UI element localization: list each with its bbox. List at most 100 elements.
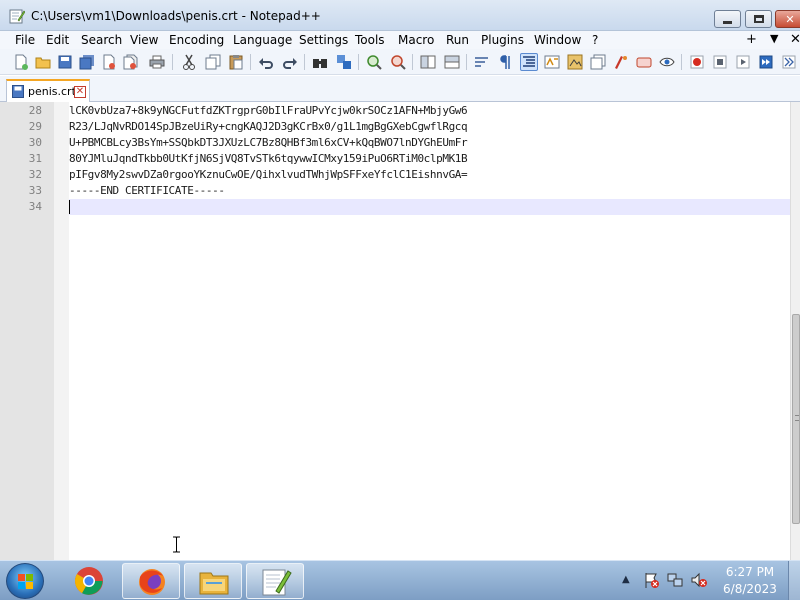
sync-horizontal-icon[interactable] (443, 53, 461, 71)
run-macro-multiple-icon[interactable] (757, 53, 775, 71)
zoom-in-icon[interactable] (365, 53, 383, 71)
close-document-button[interactable]: ✕ (790, 32, 800, 47)
line-number: 33 (28, 184, 42, 197)
copy-icon[interactable] (204, 53, 222, 71)
toolbar-separator (412, 54, 413, 70)
folder-as-workspace-icon[interactable] (612, 53, 630, 71)
menu-tools[interactable]: Tools (355, 33, 385, 47)
monitoring-icon[interactable] (635, 53, 653, 71)
show-all-characters-icon[interactable] (497, 53, 515, 71)
menu-search[interactable]: Search (81, 33, 122, 47)
code-line[interactable]: -----END CERTIFICATE----- (69, 184, 225, 197)
clock-time[interactable]: 6:27 PM (719, 565, 781, 579)
toolbar-separator (304, 54, 305, 70)
print-icon[interactable] (148, 53, 166, 71)
menu-encoding[interactable]: Encoding (169, 33, 224, 47)
toolbar-separator (250, 54, 251, 70)
menu-window[interactable]: Window (534, 33, 581, 47)
menu-file[interactable]: File (15, 33, 35, 47)
minimize-button[interactable] (714, 10, 741, 28)
menu-view[interactable]: View (130, 33, 158, 47)
cut-icon[interactable] (180, 53, 198, 71)
new-tab-menu-button[interactable]: + (746, 32, 757, 47)
menu-run[interactable]: Run (446, 33, 469, 47)
line-number: 31 (28, 152, 42, 165)
code-line[interactable]: lCK0vbUza7+8k9yNGCFutfdZKTrgprG0bIlFraUP… (69, 104, 468, 117)
tab-list-dropdown[interactable]: ▼ (770, 32, 778, 45)
scrollbar-grip (795, 415, 799, 421)
windows-logo-icon (18, 574, 33, 589)
menu-language[interactable]: Language (233, 33, 292, 47)
save-all-icon[interactable] (78, 53, 96, 71)
indent-guide-icon[interactable] (520, 53, 538, 71)
action-center-flag-icon[interactable] (642, 571, 660, 589)
close-button[interactable]: ✕ (775, 10, 800, 28)
fold-margin (54, 102, 69, 560)
taskbar-chrome-button[interactable] (60, 563, 118, 599)
code-line[interactable]: U+PBMCBLcy3BsYm+SSQbkDT3JXUzLC7Bz8QHBf3m… (69, 136, 468, 149)
start-button[interactable] (6, 563, 44, 599)
toolbar-separator (172, 54, 173, 70)
code-line[interactable]: 80YJMluJqndTkbb0UtKfjN6SjVQ8TvSTk6tqywwI… (69, 152, 468, 165)
stop-macro-icon[interactable] (711, 53, 729, 71)
save-macro-icon[interactable] (780, 53, 798, 71)
clock-date[interactable]: 6/8/2023 (719, 582, 781, 596)
minimize-icon (723, 20, 732, 24)
vertical-scrollbar[interactable] (790, 102, 800, 560)
close-all-icon[interactable] (122, 53, 140, 71)
close-icon: ✕ (785, 12, 795, 26)
line-number: 29 (28, 120, 42, 133)
tab-close-icon[interactable]: ✕ (74, 86, 86, 98)
replace-icon[interactable] (335, 53, 353, 71)
word-wrap-icon[interactable] (473, 53, 491, 71)
code-line[interactable]: R23/LJqNvRDO14SpJBzeUiRy+cngKAQJ2D3gKCrB… (69, 120, 468, 133)
line-number: 28 (28, 104, 42, 117)
taskbar-firefox-button[interactable] (122, 563, 180, 599)
redo-icon[interactable] (281, 53, 299, 71)
window-title: C:\Users\vm1\Downloads\penis.crt - Notep… (31, 9, 321, 23)
show-desktop-button[interactable] (788, 561, 800, 600)
maximize-icon (753, 15, 764, 23)
zoom-out-icon[interactable] (389, 53, 407, 71)
maximize-button[interactable] (745, 10, 772, 28)
document-map-icon[interactable] (566, 53, 584, 71)
sync-vertical-icon[interactable] (419, 53, 437, 71)
record-macro-icon[interactable] (688, 53, 706, 71)
menu-help[interactable]: ? (592, 33, 598, 47)
toolbar-separator (358, 54, 359, 70)
line-number: 30 (28, 136, 42, 149)
menu-plugins[interactable]: Plugins (481, 33, 524, 47)
play-macro-icon[interactable] (734, 53, 752, 71)
menu-settings[interactable]: Settings (299, 33, 348, 47)
line-number: 34 (28, 200, 42, 213)
taskbar-explorer-button[interactable] (184, 563, 242, 599)
find-icon[interactable] (311, 53, 329, 71)
show-hidden-icons-button[interactable]: ▲ (622, 574, 630, 585)
user-defined-language-icon[interactable] (543, 53, 561, 71)
view-eye-icon[interactable] (658, 53, 676, 71)
menu-bar: File Edit Search View Encoding Language … (0, 31, 800, 49)
volume-muted-icon[interactable] (690, 571, 708, 589)
save-icon[interactable] (56, 53, 74, 71)
line-number: 32 (28, 168, 42, 181)
open-file-icon[interactable] (34, 53, 52, 71)
close-file-icon[interactable] (100, 53, 118, 71)
menu-macro[interactable]: Macro (398, 33, 434, 47)
notepadpp-icon (262, 569, 292, 596)
file-explorer-icon (199, 572, 229, 595)
text-caret (69, 200, 70, 214)
scrollbar-thumb[interactable] (792, 314, 800, 524)
tab-penis-crt[interactable]: penis.crt ✕ (6, 79, 90, 102)
tab-label: penis.crt (28, 85, 76, 98)
function-list-icon[interactable] (589, 53, 607, 71)
taskbar-notepadpp-button[interactable] (246, 563, 304, 599)
new-file-icon[interactable] (12, 53, 30, 71)
code-line[interactable]: pIFgv8My2swvDZa0rgooYKznuCwOE/QihxlvudTW… (69, 168, 468, 181)
network-icon[interactable] (666, 571, 684, 589)
menu-edit[interactable]: Edit (46, 33, 69, 47)
undo-icon[interactable] (257, 53, 275, 71)
current-line-highlight (69, 199, 790, 215)
paste-icon[interactable] (227, 53, 245, 71)
toolbar-separator (466, 54, 467, 70)
notepadpp-app-icon[interactable] (9, 8, 25, 24)
